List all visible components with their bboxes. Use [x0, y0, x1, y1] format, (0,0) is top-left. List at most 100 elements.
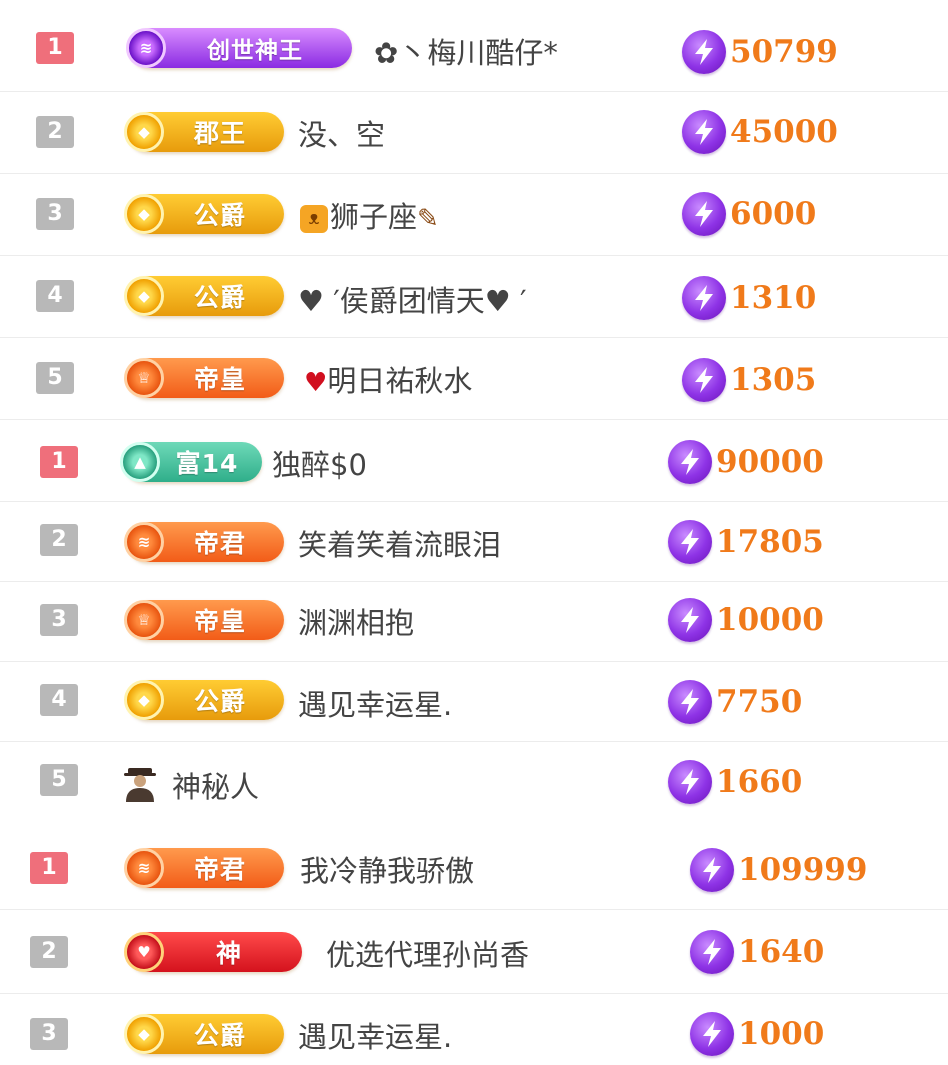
username[interactable]: 遇见幸运星.	[298, 682, 452, 724]
diamond-emblem-icon: ◆	[124, 680, 164, 720]
rank-number: 2	[30, 936, 68, 968]
rank-number: 3	[40, 604, 78, 636]
lion-face-icon: ᴥ	[300, 205, 328, 233]
badge-label: 创世神王	[207, 38, 303, 64]
level-badge: ◆ 公爵	[124, 1014, 284, 1054]
score: 17805	[668, 520, 824, 564]
score-value: 90000	[716, 444, 824, 480]
username[interactable]: 遇见幸运星.	[298, 1014, 452, 1056]
list-item[interactable]: 1 ▲ 富14 独醉$0 90000	[0, 420, 948, 502]
level-badge: ≋ 创世神王	[126, 28, 352, 68]
crown-emblem-icon: ≋	[124, 848, 164, 888]
crown-emblem-icon: ≋	[126, 28, 166, 68]
level-badge: ≋ 帝君	[124, 848, 284, 888]
list-item[interactable]: 5 ♕ 帝皇 ♥明日祐秋水 1305	[0, 338, 948, 420]
score-value: 10000	[716, 602, 824, 638]
lightning-bolt-icon	[668, 440, 712, 484]
rank-number: 1	[36, 32, 74, 64]
score: 10000	[668, 598, 824, 642]
list-item[interactable]: 1 ≋ 创世神王 ✿丶梅川酷仔* 50799	[0, 4, 948, 92]
score: 1660	[668, 760, 802, 804]
badge-label: 公爵	[193, 687, 246, 716]
lightning-bolt-icon	[668, 680, 712, 724]
level-badge: ♕ 帝皇	[124, 358, 284, 398]
score: 1000	[690, 1012, 824, 1056]
username[interactable]: ᴥ 狮子座✎	[300, 194, 439, 236]
list-item[interactable]: 2 ♥ 神 优选代理孙尚香 1640	[0, 910, 948, 994]
level-badge: ♥ 神	[124, 932, 302, 972]
list-item[interactable]: 2 ≋ 帝君 笑着笑着流眼泪 17805	[0, 502, 948, 582]
score: 50799	[682, 30, 838, 74]
crown-emblem-icon: ≋	[124, 522, 164, 562]
name-prefix: ✿丶	[374, 36, 428, 70]
list-item[interactable]: 4 ◆ 公爵 ♥ ′侯爵团情天♥ ′ 1310	[0, 256, 948, 338]
lightning-bolt-icon	[682, 192, 726, 236]
lightning-bolt-icon	[682, 358, 726, 402]
crown-emblem-icon: ♕	[124, 600, 164, 640]
heart-icon: ♥	[304, 368, 328, 398]
username[interactable]: 我冷静我骄傲	[300, 848, 474, 890]
tree-emblem-icon: ▲	[120, 442, 160, 482]
badge-label: 帝皇	[193, 607, 246, 636]
diamond-emblem-icon: ◆	[124, 276, 164, 316]
lightning-bolt-icon	[690, 1012, 734, 1056]
username-text: 梅川酷仔*	[427, 36, 558, 70]
level-badge: ♕ 帝皇	[124, 600, 284, 640]
list-item[interactable]: 3 ♕ 帝皇 渊渊相抱 10000	[0, 582, 948, 662]
level-badge: ◆ 公爵	[124, 194, 284, 234]
rank-number: 2	[40, 524, 78, 556]
badge-label: 公爵	[193, 1021, 246, 1050]
username[interactable]: ♥ ′侯爵团情天♥ ′	[298, 278, 527, 320]
score-value: 50799	[730, 34, 838, 70]
diamond-emblem-icon: ◆	[124, 112, 164, 152]
diamond-emblem-icon: ◆	[124, 1014, 164, 1054]
username[interactable]: ♥明日祐秋水	[304, 358, 472, 400]
rank-number: 5	[36, 362, 74, 394]
leaderboard: 1 ≋ 创世神王 ✿丶梅川酷仔* 50799 2 ◆ 郡王 没、空 45000	[0, 0, 948, 1065]
list-item[interactable]: 3 ◆ 公爵 遇见幸运星. 1000	[0, 994, 948, 1065]
list-item[interactable]: 5 神秘人 1660	[0, 742, 948, 822]
list-item[interactable]: 3 ◆ 公爵 ᴥ 狮子座✎ 6000	[0, 174, 948, 256]
username[interactable]: 独醉$0	[272, 442, 367, 484]
username[interactable]: 没、空	[298, 112, 385, 154]
list-item[interactable]: 1 ≋ 帝君 我冷静我骄傲 109999	[0, 826, 948, 910]
username[interactable]: 笑着笑着流眼泪	[298, 522, 501, 564]
guitar-icon: ✎	[417, 204, 439, 234]
badge-label: 公爵	[193, 283, 246, 312]
rank-number: 3	[30, 1018, 68, 1050]
username-text: 狮子座	[330, 200, 418, 234]
lightning-bolt-icon	[668, 598, 712, 642]
badge-label: 公爵	[193, 201, 246, 230]
diamond-emblem-icon: ◆	[124, 194, 164, 234]
list-item[interactable]: 4 ◆ 公爵 遇见幸运星. 7750	[0, 662, 948, 742]
rank-number: 1	[40, 446, 78, 478]
username[interactable]: 优选代理孙尚香	[326, 932, 529, 974]
level-badge: ◆ 公爵	[124, 276, 284, 316]
heart-emblem-icon: ♥	[124, 932, 164, 972]
level-badge: ◆ 公爵	[124, 680, 284, 720]
lightning-bolt-icon	[682, 110, 726, 154]
level-badge: ▲ 富14	[120, 442, 262, 482]
score-value: 1640	[738, 934, 825, 970]
score: 90000	[668, 440, 824, 484]
badge-label: 帝皇	[193, 365, 246, 394]
lightning-bolt-icon	[682, 30, 726, 74]
lightning-bolt-icon	[690, 930, 734, 974]
score-value: 17805	[716, 524, 824, 560]
badge-label: 帝君	[193, 529, 246, 558]
username[interactable]: 渊渊相抱	[298, 600, 414, 642]
username[interactable]: ✿丶梅川酷仔*	[374, 30, 558, 72]
lightning-bolt-icon	[668, 760, 712, 804]
score-value: 7750	[716, 684, 803, 720]
score: 109999	[690, 848, 867, 892]
rank-number: 2	[36, 116, 74, 148]
score-value: 6000	[730, 196, 817, 232]
score: 1305	[682, 358, 816, 402]
crown-emblem-icon: ♕	[124, 358, 164, 398]
list-item[interactable]: 2 ◆ 郡王 没、空 45000	[0, 92, 948, 174]
rank-number: 1	[30, 852, 68, 884]
username[interactable]: 神秘人	[172, 764, 259, 806]
lightning-bolt-icon	[668, 520, 712, 564]
lightning-bolt-icon	[690, 848, 734, 892]
rank-number: 4	[36, 280, 74, 312]
